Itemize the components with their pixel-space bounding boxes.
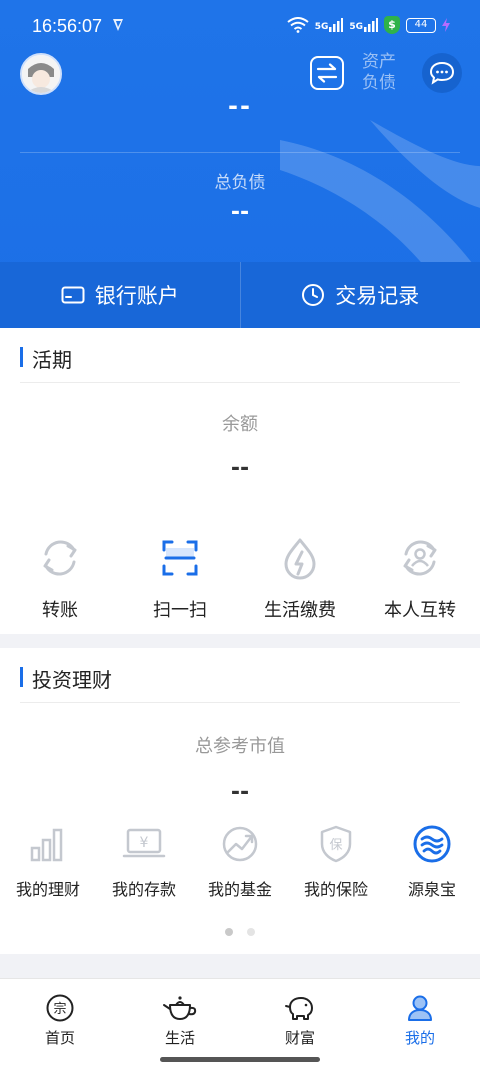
scan-button[interactable]: 扫一扫 xyxy=(120,536,240,622)
status-icons: 5G 5G $ 44 xyxy=(287,16,450,34)
avatar[interactable] xyxy=(20,53,62,95)
self-transfer-button[interactable]: 本人互转 xyxy=(360,536,480,622)
page-dot-active[interactable] xyxy=(225,928,233,936)
self-transfer-icon xyxy=(403,540,437,576)
account-header: 16:56:07 5G 5G $ 44 资产负债 -- 总负债 -- 银行账户 … xyxy=(0,0,480,328)
transfer-button[interactable]: 转账 xyxy=(0,536,120,622)
transaction-records-label: 交易记录 xyxy=(335,284,420,308)
scan-label: 扫一扫 xyxy=(153,600,207,621)
page-dot[interactable] xyxy=(247,928,255,936)
total-liabilities-label: 总负债 xyxy=(214,173,266,193)
deposit-glyph: ¥ xyxy=(140,835,149,851)
page-indicator xyxy=(0,928,480,936)
investment-section-title: 投资理财 xyxy=(20,664,112,693)
market-value: -- xyxy=(230,780,250,805)
my-deposit-label: 我的存款 xyxy=(111,880,176,899)
utility-label: 生活缴费 xyxy=(264,600,336,621)
status-time: 16:56:07 xyxy=(32,16,103,36)
bar-chart-icon xyxy=(30,828,63,862)
tab-wealth-label: 财富 xyxy=(284,1029,315,1047)
wifi-icon xyxy=(287,17,309,33)
avatar-image-icon xyxy=(22,55,60,93)
my-insurance-button[interactable]: 保 我的保险 xyxy=(288,824,384,900)
self-transfer-label: 本人互转 xyxy=(384,600,456,621)
section-divider xyxy=(20,382,460,383)
header-divider xyxy=(20,152,460,153)
tab-home[interactable]: 宗 首页 xyxy=(0,979,120,1072)
card-icon xyxy=(61,286,85,304)
home-indicator[interactable] xyxy=(160,1057,320,1062)
assets-liabilities-toggle[interactable]: 资产负债 xyxy=(362,52,402,94)
total-assets-value: -- xyxy=(228,92,252,120)
insurance-glyph: 保 xyxy=(329,838,342,853)
header-actions: 资产负债 xyxy=(310,52,462,94)
bank-account-label: 银行账户 xyxy=(94,284,179,308)
investment-products: 我的理财 ¥ 我的存款 我的基金 保 我的保险 源泉宝 xyxy=(0,824,480,900)
utility-icon xyxy=(284,538,316,580)
market-value-label: 总参考市值 xyxy=(195,736,285,757)
transaction-records-button[interactable]: 交易记录 xyxy=(241,262,480,328)
home-icon: 宗 xyxy=(46,994,74,1022)
fund-trend-icon xyxy=(222,826,258,862)
total-liabilities-value: -- xyxy=(230,200,250,225)
header-shortcuts: 银行账户 交易记录 xyxy=(0,262,480,328)
charging-icon xyxy=(442,18,450,32)
my-wealth-button[interactable]: 我的理财 xyxy=(0,824,96,900)
my-insurance-label: 我的保险 xyxy=(303,880,368,899)
investment-section: 投资理财 总参考市值 -- 我的理财 ¥ 我的存款 我的基金 保 我的保险 源泉… xyxy=(0,648,480,954)
user-icon xyxy=(408,995,432,1021)
insurance-icon: 保 xyxy=(320,825,352,863)
tab-life-label: 生活 xyxy=(164,1029,195,1047)
yuanquanbao-label: 源泉宝 xyxy=(407,880,456,899)
transfer-label: 转账 xyxy=(42,600,78,621)
bank-account-button[interactable]: 银行账户 xyxy=(0,262,240,328)
teapot-icon xyxy=(163,996,197,1020)
signal-2-icon: 5G xyxy=(349,18,378,32)
my-wealth-label: 我的理财 xyxy=(15,880,80,899)
my-fund-button[interactable]: 我的基金 xyxy=(192,824,288,900)
balance-label: 余额 xyxy=(222,414,258,435)
tab-home-label: 首页 xyxy=(44,1029,75,1047)
chat-bubble-icon xyxy=(429,61,455,85)
switch-arrows-icon xyxy=(316,63,338,83)
security-app-icon: $ xyxy=(384,16,400,34)
yuanquanbao-icon xyxy=(413,825,451,863)
battery-icon: 44 xyxy=(406,17,436,33)
my-fund-label: 我的基金 xyxy=(207,880,272,899)
status-bar: 16:56:07 5G 5G $ 44 xyxy=(0,0,480,56)
home-glyph: 宗 xyxy=(53,1001,66,1017)
transfer-icon xyxy=(43,540,77,576)
message-button[interactable] xyxy=(422,53,462,93)
balance-value: -- xyxy=(230,456,250,481)
current-section-title: 活期 xyxy=(20,344,72,373)
switch-view-button[interactable] xyxy=(310,56,344,90)
deposit-icon: ¥ xyxy=(122,828,166,858)
signal-1-icon: 5G xyxy=(315,18,344,32)
tab-mine[interactable]: 我的 xyxy=(360,979,480,1072)
utility-payment-button[interactable]: 生活缴费 xyxy=(240,536,360,622)
my-deposit-button[interactable]: ¥ 我的存款 xyxy=(96,824,192,900)
yuanquanbao-button[interactable]: 源泉宝 xyxy=(384,824,480,900)
section-divider xyxy=(20,702,460,703)
tab-mine-label: 我的 xyxy=(404,1029,435,1047)
piggy-bank-icon xyxy=(285,997,313,1020)
current-account-section: 活期 余额 -- 转账 扫一扫 生活缴费 本人互转 xyxy=(0,328,480,634)
quick-actions: 转账 扫一扫 生活缴费 本人互转 xyxy=(0,536,480,622)
notification-app-icon xyxy=(113,19,123,31)
clock-icon xyxy=(302,284,325,306)
scan-icon xyxy=(162,540,198,576)
